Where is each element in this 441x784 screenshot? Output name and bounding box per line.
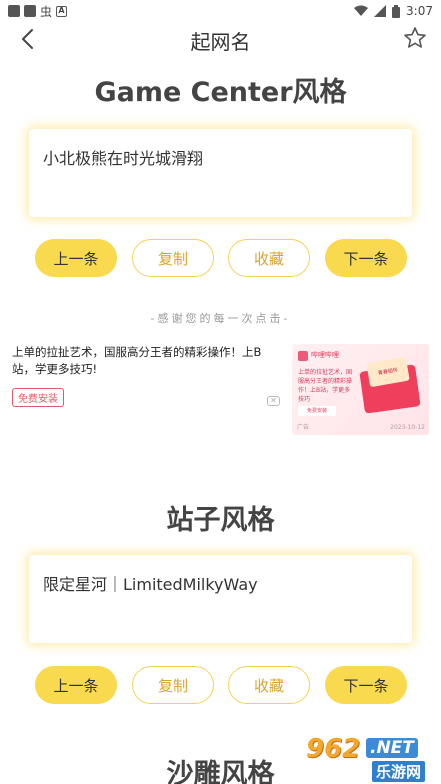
wifi-icon — [354, 5, 369, 16]
notification-app-icon — [8, 5, 20, 17]
favorite-button[interactable]: 收藏 — [228, 239, 310, 277]
star-favorite-icon[interactable] — [403, 26, 427, 50]
generated-name: 小北极熊在时光城滑翔 — [43, 149, 204, 168]
page-title: 起网名 — [190, 30, 251, 54]
prev-button[interactable]: 上一条 — [35, 239, 117, 277]
prev-button[interactable]: 上一条 — [35, 666, 117, 704]
bilibili-logo-icon — [298, 351, 308, 361]
ad-date: 2023-10-12 — [390, 424, 425, 431]
watermark-net: .NET — [366, 738, 418, 758]
signal-icon — [374, 5, 387, 17]
ad-tag: 广告 — [297, 424, 310, 431]
notification-app-icon — [24, 5, 36, 17]
status-bar: 虫 A 3:07 — [0, 0, 441, 22]
copy-button[interactable]: 复制 — [132, 666, 214, 704]
notification-a-icon: A — [56, 5, 68, 17]
battery-icon — [392, 4, 401, 18]
ad-close-icon[interactable]: ✕ — [267, 396, 280, 406]
ad-banner[interactable]: 上单的拉扯艺术，国服高分王者的精彩操作！上B站，学更多技巧! 免费安装 ✕ 哔哩… — [12, 344, 430, 436]
copy-button[interactable]: 复制 — [132, 239, 214, 277]
section-title-zhanzi: 站子风格 — [166, 505, 275, 536]
status-time: 3:07 — [406, 4, 433, 18]
favorite-button[interactable]: 收藏 — [228, 666, 310, 704]
name-card[interactable]: 限定星河｜LimitedMilkyWay — [29, 555, 412, 643]
name-card[interactable]: 小北极熊在时光城滑翔 — [29, 129, 412, 217]
ad-image-button: 免费安装 — [298, 406, 336, 416]
navigation-bar: 起网名 — [0, 22, 441, 58]
ad-image[interactable]: 哔哩哔哩 上单的拉扯艺术，国服高分王者的精彩操作！上B站，学更多技巧 免费安装 … — [292, 344, 429, 435]
ad-text: 上单的拉扯艺术，国服高分王者的精彩操作！上B站，学更多技巧! — [12, 345, 262, 376]
watermark-logo: 962 .NET 乐游网 — [300, 734, 441, 784]
watermark-site: 乐游网 — [372, 761, 426, 782]
generated-name: 限定星河｜LimitedMilkyWay — [43, 575, 258, 594]
notification-bug-icon: 虫 — [40, 4, 53, 19]
ad-image-brand: 哔哩哔哩 — [311, 351, 339, 359]
ad-install-button[interactable]: 免费安装 — [12, 388, 64, 407]
ad-image-text: 上单的拉扯艺术，国服高分王者的精彩操作！上B站，学更多技巧 — [298, 369, 353, 403]
section-title-game-center: Game Center风格 — [94, 77, 347, 108]
next-button[interactable]: 下一条 — [325, 239, 407, 277]
watermark-num: 962 — [306, 734, 361, 764]
next-button[interactable]: 下一条 — [325, 666, 407, 704]
thanks-text: -感谢您的每一次点击- — [150, 312, 291, 325]
